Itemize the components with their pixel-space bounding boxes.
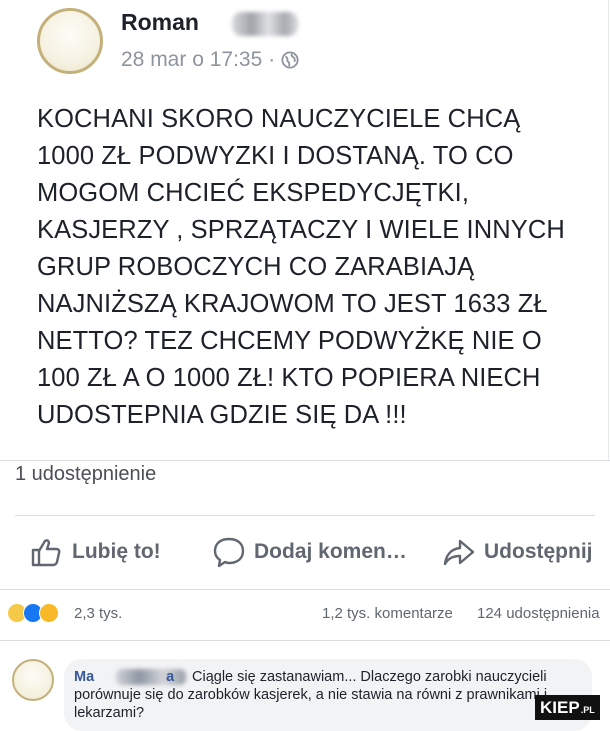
comment-button[interactable]: Dodaj komen… <box>212 535 407 569</box>
meta-separator: · <box>268 48 276 71</box>
comment-bubble-icon <box>213 537 245 568</box>
post-card: Roman 28 mar o 17:35 · KOCHANI SKORO NAU… <box>0 0 609 460</box>
comment-author-start: Ma <box>74 669 95 685</box>
actions-top-divider <box>15 515 595 516</box>
comment-bubble: Ma a Ciągle się zastanawiam... Dlaczego z… <box>64 659 592 731</box>
post-timestamp[interactable]: 28 mar o 17:35 <box>121 48 262 72</box>
like-button[interactable]: Lubię to! <box>30 535 161 569</box>
comment-text: Ma a Ciągle się zastanawiam... Dlaczego z… <box>74 668 579 722</box>
reactions-bar: 2,3 tys. 1,2 tys. komentarze 124 udostęp… <box>0 600 610 630</box>
comment-author-end: a <box>166 669 175 685</box>
comments-top-divider <box>0 640 610 641</box>
reactions-count[interactable]: 2,3 tys. <box>74 605 122 622</box>
comment-label: Dodaj komen… <box>254 540 407 563</box>
comment-author[interactable]: Ma a <box>74 668 192 686</box>
thumbs-up-icon <box>31 539 61 567</box>
comments-count[interactable]: 1,2 tys. komentarze <box>322 605 453 622</box>
sad-reaction-icon <box>39 603 59 623</box>
author-surname-blur <box>232 12 298 36</box>
share-arrow-icon <box>443 539 475 566</box>
share-button[interactable]: Udostępnij <box>442 535 593 569</box>
watermark-logo: KIEP .PL <box>535 695 600 720</box>
share-label: Udostępnij <box>484 540 593 563</box>
shares-stat[interactable]: 124 udostępnienia <box>477 605 600 622</box>
post-text: KOCHANI SKORO NAUCZYCIELE CHCĄ 1000 ZŁ P… <box>37 105 565 429</box>
post-meta: 28 mar o 17:35 · <box>121 48 299 72</box>
reactions-top-divider <box>0 589 610 590</box>
watermark-main: KIEP <box>540 698 580 717</box>
like-label: Lubię to! <box>72 540 161 563</box>
watermark-suffix: .PL <box>580 705 595 715</box>
action-bar: Lubię to! Dodaj komen… Udostępnij <box>0 525 610 581</box>
globe-icon[interactable] <box>281 51 299 69</box>
reaction-icons[interactable] <box>7 603 59 623</box>
author-avatar[interactable] <box>37 8 103 74</box>
commenter-avatar[interactable] <box>12 659 54 701</box>
shares-count[interactable]: 1 udostępnienie <box>15 463 156 486</box>
author-name[interactable]: Roman <box>121 9 199 36</box>
post-bottom-divider <box>0 460 610 461</box>
